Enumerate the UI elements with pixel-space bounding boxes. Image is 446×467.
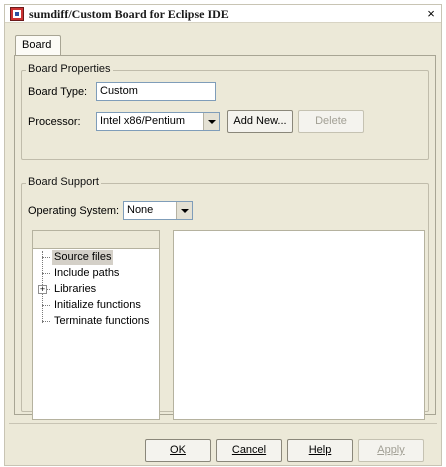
- operating-system-select-value: None: [127, 204, 154, 216]
- delete-button[interactable]: Delete: [298, 110, 364, 133]
- close-button[interactable]: ×: [423, 6, 439, 22]
- chevron-down-icon[interactable]: [176, 202, 192, 219]
- tab-board-label: Board: [22, 39, 52, 51]
- board-tab-panel: Board Properties Board Type: Custom Proc…: [14, 55, 436, 420]
- apply-button[interactable]: Apply: [358, 439, 424, 462]
- processor-select[interactable]: Intel x86/Pentium: [96, 112, 220, 131]
- chevron-down-icon[interactable]: [203, 113, 219, 130]
- expand-plus-icon[interactable]: +: [38, 285, 47, 294]
- cancel-button[interactable]: Cancel: [216, 439, 282, 462]
- tree-item-label: Source files: [52, 250, 114, 265]
- tree-item-initialize-functions[interactable]: Initialize functions: [33, 298, 159, 314]
- operating-system-label: Operating System:: [28, 205, 120, 217]
- tree-item-terminate-functions[interactable]: Terminate functions: [33, 314, 159, 330]
- add-new-button[interactable]: Add New...: [227, 110, 293, 133]
- footer-separator: [9, 423, 437, 424]
- apply-button-label: Apply: [377, 444, 405, 456]
- window-title: sumdiff/Custom Board for Eclipse IDE: [29, 7, 229, 21]
- ok-button-label: OK: [170, 444, 186, 456]
- help-button[interactable]: Help: [287, 439, 353, 462]
- processor-select-value: Intel x86/Pentium: [100, 115, 185, 127]
- tree-item-source-files[interactable]: Source files: [33, 250, 159, 266]
- cancel-button-label: Cancel: [231, 444, 267, 456]
- board-support-tree[interactable]: Source files Include paths + Libraries I…: [32, 230, 160, 420]
- board-support-legend: Board Support: [26, 176, 101, 188]
- operating-system-select[interactable]: None: [123, 201, 193, 220]
- help-button-label: Help: [308, 444, 332, 456]
- tab-board[interactable]: Board: [15, 35, 61, 55]
- board-support-group: Board Support Operating System: None Sou…: [21, 176, 429, 420]
- board-type-input[interactable]: Custom: [96, 82, 216, 101]
- tree-item-label: Initialize functions: [54, 299, 141, 311]
- dialog-window: sumdiff/Custom Board for Eclipse IDE × B…: [4, 4, 442, 466]
- tree-header: [33, 231, 159, 249]
- board-app-icon: [10, 7, 24, 21]
- tree-item-label: Terminate functions: [54, 315, 150, 327]
- board-support-content-pane[interactable]: [173, 230, 425, 420]
- title-bar[interactable]: sumdiff/Custom Board for Eclipse IDE ×: [5, 5, 441, 23]
- processor-label: Processor:: [28, 116, 81, 128]
- board-properties-legend: Board Properties: [26, 63, 113, 75]
- board-properties-group: Board Properties Board Type: Custom Proc…: [21, 63, 429, 160]
- tree-item-libraries[interactable]: + Libraries: [33, 282, 159, 298]
- tree-item-label: Include paths: [54, 267, 120, 279]
- board-type-label: Board Type:: [28, 86, 88, 98]
- tree-item-include-paths[interactable]: Include paths: [33, 266, 159, 282]
- ok-button[interactable]: OK: [145, 439, 211, 462]
- tree-item-label: Libraries: [54, 283, 97, 295]
